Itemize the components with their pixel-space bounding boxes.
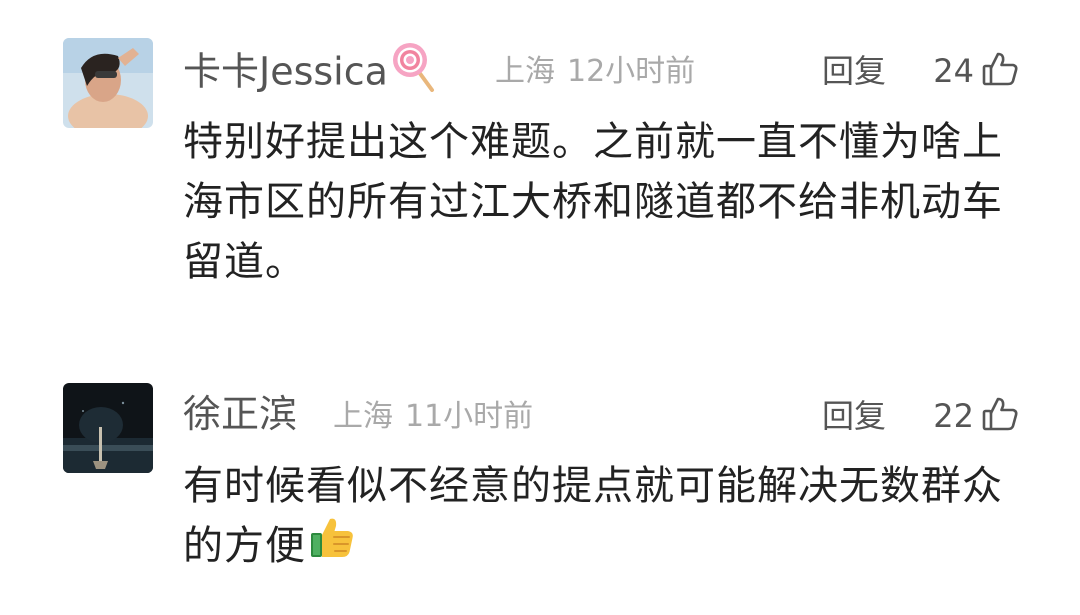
comment-text: 有时候看似不经意的提点就可能解决无数群众的方便 — [183, 456, 1003, 576]
comment-meta: 上海 11小时前 — [333, 399, 533, 435]
reply-button[interactable]: 回复 — [822, 397, 886, 435]
thumbs-up-icon — [308, 513, 356, 576]
location: 上海 — [495, 54, 555, 89]
avatar[interactable] — [63, 38, 153, 128]
lollipop-icon — [390, 40, 436, 102]
comment-meta: 上海 12小时前 — [495, 54, 695, 90]
username[interactable]: 卡卡Jessica — [183, 43, 436, 102]
username-text[interactable]: 卡卡Jessica — [183, 50, 388, 94]
username-text[interactable]: 徐正滨 — [183, 392, 297, 436]
comment-header: 卡卡Jessica 上海 12小时前 回复 24 — [183, 43, 1020, 94]
comment-text: 特别好提出这个难题。之前就一直不懂为啥上海市区的所有过江大桥和隧道都不给非机动车… — [183, 119, 1003, 285]
username[interactable]: 徐正滨 — [183, 391, 297, 437]
location: 上海 — [333, 399, 393, 434]
comment-text-content: 有时候看似不经意的提点就可能解决无数群众的方便 — [183, 463, 1003, 569]
comment-header: 徐正滨 上海 11小时前 回复 22 — [183, 389, 1020, 439]
like-count: 24 — [933, 52, 974, 90]
avatar[interactable] — [63, 383, 153, 473]
like-button[interactable]: 22 — [933, 395, 1020, 437]
like-button[interactable]: 24 — [933, 50, 1020, 92]
timestamp: 11小时前 — [405, 399, 534, 434]
reply-button[interactable]: 回复 — [822, 52, 886, 90]
thumbs-up-outline-icon[interactable] — [980, 394, 1020, 438]
timestamp: 12小时前 — [567, 54, 696, 89]
like-count: 22 — [933, 397, 974, 435]
thumbs-up-outline-icon[interactable] — [980, 49, 1020, 93]
